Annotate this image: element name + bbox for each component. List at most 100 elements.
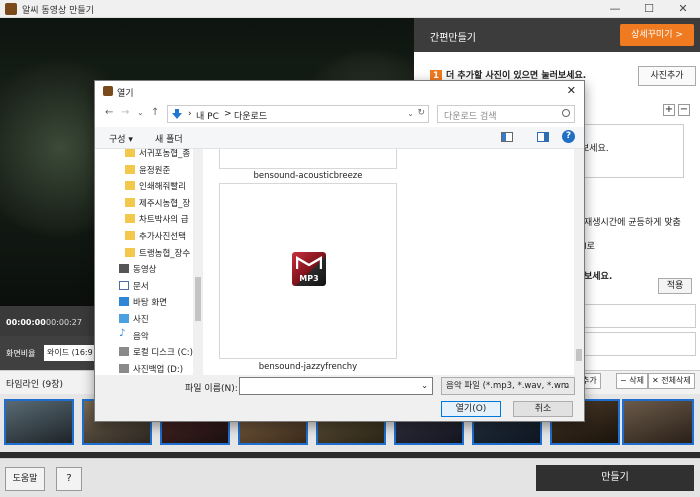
cancel-button[interactable]: 취소 [513,401,573,417]
file-scrollbar[interactable] [574,149,584,375]
tree-scroll-thumb[interactable] [195,277,201,321]
video-icon [119,264,129,274]
file-name: bensound-acousticbreeze [253,171,363,181]
open-button[interactable]: 열기(O) [441,401,501,417]
desktop-icon [119,297,129,307]
navigation-row: ← → ⌄ ↑ › 내 PC > 다운로드 ⌄ ↻ 다운로드 검색 [95,101,584,127]
tree-item[interactable]: 트랭농협_장수 [95,245,193,261]
folder-icon [125,149,135,157]
app-title: 알씨 동영상 만들기 [22,6,94,16]
tree-item[interactable]: 차트박사의 급 [95,211,193,227]
filetype-select[interactable]: 음악 파일 (*.mp3, *.wav, *.wm ⌄ [441,377,575,395]
preview-pane-icon[interactable] [537,132,549,142]
chevron-down-icon[interactable]: ⌄ [407,109,414,118]
tree-item[interactable]: 문서 [95,278,193,294]
timeline-delete-button[interactable]: − 삭제 [616,373,648,389]
minimize-button[interactable]: — [598,0,632,18]
plus-button[interactable]: + [663,104,675,116]
dialog-toolbar: 구성 ▾ 새 폴더 ? [95,127,584,149]
breadcrumb-this-pc[interactable]: 내 PC [196,109,219,122]
apply-button[interactable]: 적용 [658,278,692,294]
file-badge: MP3 [299,274,319,283]
total-time: 00:00:27 [46,318,82,327]
current-time: 00:00:00 [6,318,46,327]
minus-button[interactable]: − [678,104,690,116]
ratio-select[interactable]: 와이드 (16:9 [44,345,96,361]
disk-icon [119,363,129,373]
help-button[interactable]: 도움말 [5,467,45,491]
folder-icon [125,181,135,191]
tree-item-label: 동영상 [133,265,157,276]
music-list-box[interactable]: 보세요. [580,124,684,178]
timeline-delete-all-button[interactable]: ✕ 전체삭제 [648,373,695,389]
timeline-thumbnail[interactable] [4,399,74,445]
close-window-button[interactable]: ✕ [666,0,700,18]
filename-input[interactable]: ⌄ [239,377,433,395]
timeline-thumbnail[interactable] [622,399,694,445]
tree-item-label: 트랭농협_장수 [139,248,191,259]
app-logo-icon [5,3,17,15]
new-folder-button[interactable]: 새 폴더 [155,132,183,145]
file-list: bensound-acousticbreeze MP3 bensound-jaz… [203,149,584,375]
text-input[interactable] [580,304,696,328]
tree-item-label: 음악 [133,331,149,342]
search-box[interactable]: 다운로드 검색 [437,105,575,123]
chevron-down-icon[interactable]: ⌄ [421,381,428,390]
dialog-titlebar: 열기 ✕ [95,81,584,101]
back-arrow-icon[interactable]: ← [105,107,113,118]
search-icon [562,109,570,117]
view-options-icon[interactable] [501,132,513,142]
tree-item[interactable]: 제주시농협_장 [95,195,193,211]
make-video-button[interactable]: 만들기 [536,465,694,491]
tree-item-label: 제주시농협_장 [139,198,191,209]
address-bar[interactable]: › 내 PC > 다운로드 ⌄ ↻ [167,105,429,123]
app-titlebar: 알씨 동영상 만들기 — ☐ ✕ [0,0,700,18]
tree-item[interactable]: 인쇄해줘빨리 [95,178,193,194]
file-item-card[interactable] [219,149,397,169]
tree-item[interactable]: ♪ 음악 [95,328,193,344]
tree-item-label: 로컬 디스크 (C:) [133,348,193,359]
mp3-file-icon: MP3 [292,252,326,286]
tree-item[interactable]: 윤정원준 [95,162,193,178]
zoom-controls: + − [663,104,690,116]
recent-chevron-icon[interactable]: ⌄ [137,108,144,117]
panel-text: 재생시간에 균등하게 맞춤 [584,218,681,228]
tree-item[interactable]: 추가사진선택 [95,228,193,244]
tree-scrollbar[interactable] [193,149,203,375]
text-input[interactable] [580,332,696,356]
file-scroll-thumb[interactable] [576,349,582,361]
help-icon[interactable]: ? [562,130,575,143]
maximize-button[interactable]: ☐ [632,0,666,18]
forward-arrow-icon[interactable]: → [121,107,129,118]
file-item-card[interactable]: MP3 [219,183,397,359]
filetype-value: 음악 파일 (*.mp3, *.wav, *.wm [446,381,570,391]
detail-decorate-button[interactable]: 상세꾸미기 > [620,24,694,46]
organize-menu[interactable]: 구성 ▾ [109,132,133,145]
search-placeholder: 다운로드 검색 [444,112,497,122]
tree-item[interactable]: 사진 [95,311,193,327]
tree-item[interactable]: 사진백업 (D:) [95,361,193,375]
question-button[interactable]: ? [56,467,82,491]
photo-icon [119,314,129,323]
tree-item[interactable]: 바탕 화면 [95,294,193,310]
panel-header: 간편만들기 상세꾸미기 > [414,18,700,52]
tree-item[interactable]: 서귀포농협_종 [95,149,193,161]
folder-icon [125,231,135,240]
tree-item-label: 사진 [133,315,149,325]
up-arrow-icon[interactable]: ↑ [151,107,159,118]
dialog-close-button[interactable]: ✕ [567,84,576,97]
chevron-down-icon: ⌄ [563,381,570,390]
add-photo-button[interactable]: 사진추가 [638,66,696,86]
window-controls: — ☐ ✕ [598,0,700,18]
download-folder-icon [172,109,182,119]
tree-item[interactable]: 동영상 [95,261,193,277]
app-logo-icon [103,86,113,96]
ratio-label: 화면비율 [6,349,36,358]
breadcrumb-downloads[interactable]: 다운로드 [234,109,267,122]
tree-item-label: 문서 [133,281,149,292]
tree-item[interactable]: 로컬 디스크 (C:) [95,344,193,360]
refresh-icon[interactable]: ↻ [417,108,425,118]
tree-item-label: 사진백업 (D:) [133,364,184,375]
footer-bar: 도움말 ? 만들기 [0,458,700,497]
dialog-bottom: 파일 이름(N): ⌄ 음악 파일 (*.mp3, *.wav, *.wm ⌄ … [95,375,584,421]
